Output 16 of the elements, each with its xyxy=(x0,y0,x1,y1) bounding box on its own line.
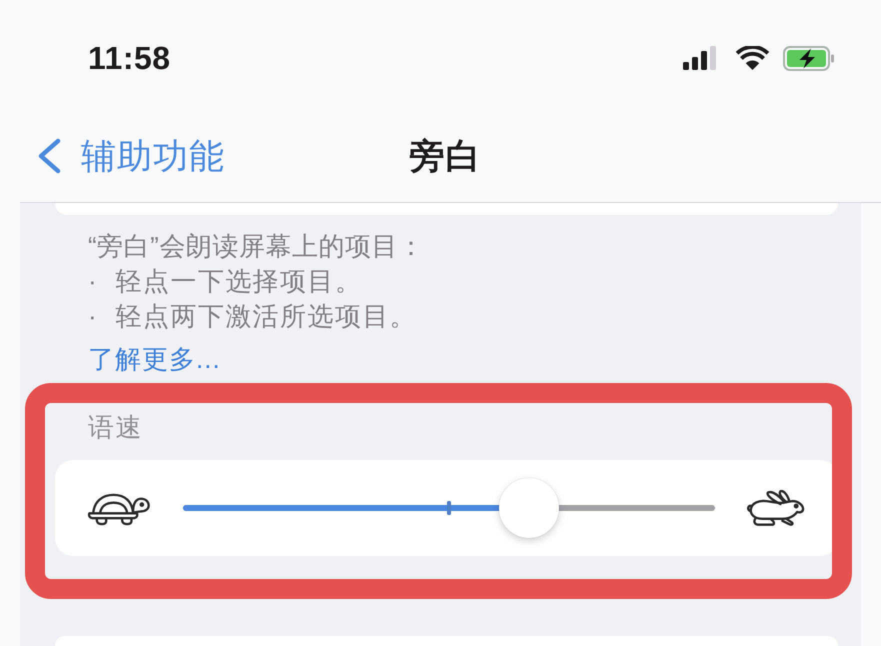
speed-slider[interactable] xyxy=(183,478,715,538)
rabbit-icon xyxy=(747,488,806,528)
bullet-text: · 轻点两下激活所选项目。 xyxy=(88,300,418,333)
description-text: “旁白”会朗读屏幕上的项目： xyxy=(88,230,424,263)
section-header: 语速 xyxy=(87,411,143,444)
status-time: 11:58 xyxy=(88,40,171,76)
page-title: 旁白 xyxy=(410,136,482,178)
back-button[interactable]: 辅助功能 xyxy=(36,132,225,180)
signal-icon xyxy=(683,46,718,70)
learn-more-link[interactable]: 了解更多... xyxy=(88,342,221,377)
wifi-icon xyxy=(735,46,770,70)
slider-notch-icon xyxy=(447,501,451,515)
bullet-text: · 轻点一下选择项目。 xyxy=(88,265,362,298)
battery-icon xyxy=(783,46,835,70)
chevron-icon xyxy=(36,138,62,174)
slider-thumb[interactable] xyxy=(498,478,559,538)
